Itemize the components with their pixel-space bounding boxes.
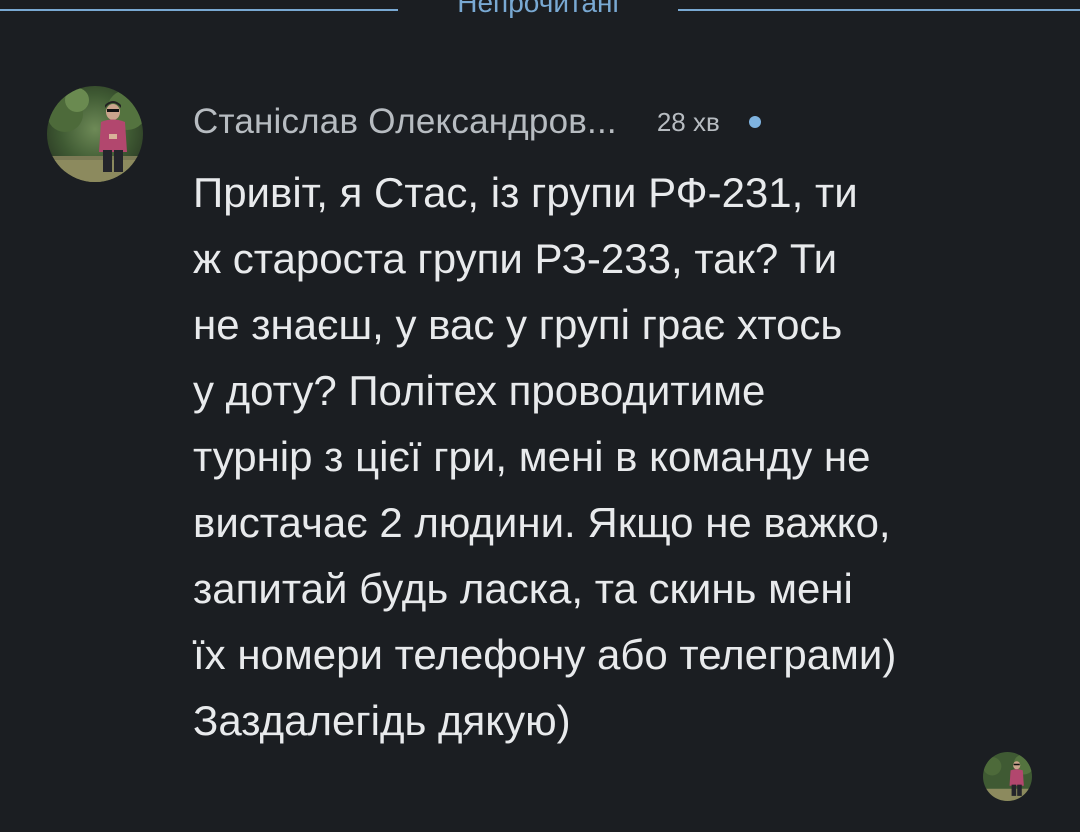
message-line: вистачає 2 людини. Якщо не важко, (193, 499, 891, 546)
read-receipt-avatar (983, 752, 1032, 801)
message-line: ж староста групи РЗ-233, так? Ти (193, 235, 838, 282)
message-line: не знаєш, у вас у групі грає хтось (193, 301, 843, 348)
read-receipt-photo-icon (983, 752, 1032, 801)
unread-divider: Непрочитані (0, 0, 1080, 22)
message-line: турнір з цієї гри, мені в команду не (193, 433, 871, 480)
message-line: у доту? Політех проводитиме (193, 367, 766, 414)
message-header: Станіслав Олександров... 28 хв (193, 100, 761, 144)
divider-line-right (678, 9, 1080, 11)
message-line: їх номери телефону або телеграми) (193, 631, 897, 678)
unread-divider-label: Непрочитані (457, 0, 619, 18)
message-text: Привіт, я Стас, із групи РФ-231, ти ж ст… (193, 160, 1033, 754)
message-time: 28 хв (656, 106, 720, 137)
sender-name[interactable]: Станіслав Олександров... (193, 102, 617, 142)
avatar-photo-icon (47, 86, 143, 182)
message-line: Заздалегідь дякую) (193, 697, 571, 744)
unread-dot-icon (748, 116, 761, 128)
message-line: Привіт, я Стас, із групи РФ-231, ти (193, 169, 858, 216)
divider-line-left (0, 9, 398, 11)
sender-avatar[interactable] (47, 86, 143, 182)
message-line: запитай будь ласка, та скинь мені (193, 565, 853, 612)
